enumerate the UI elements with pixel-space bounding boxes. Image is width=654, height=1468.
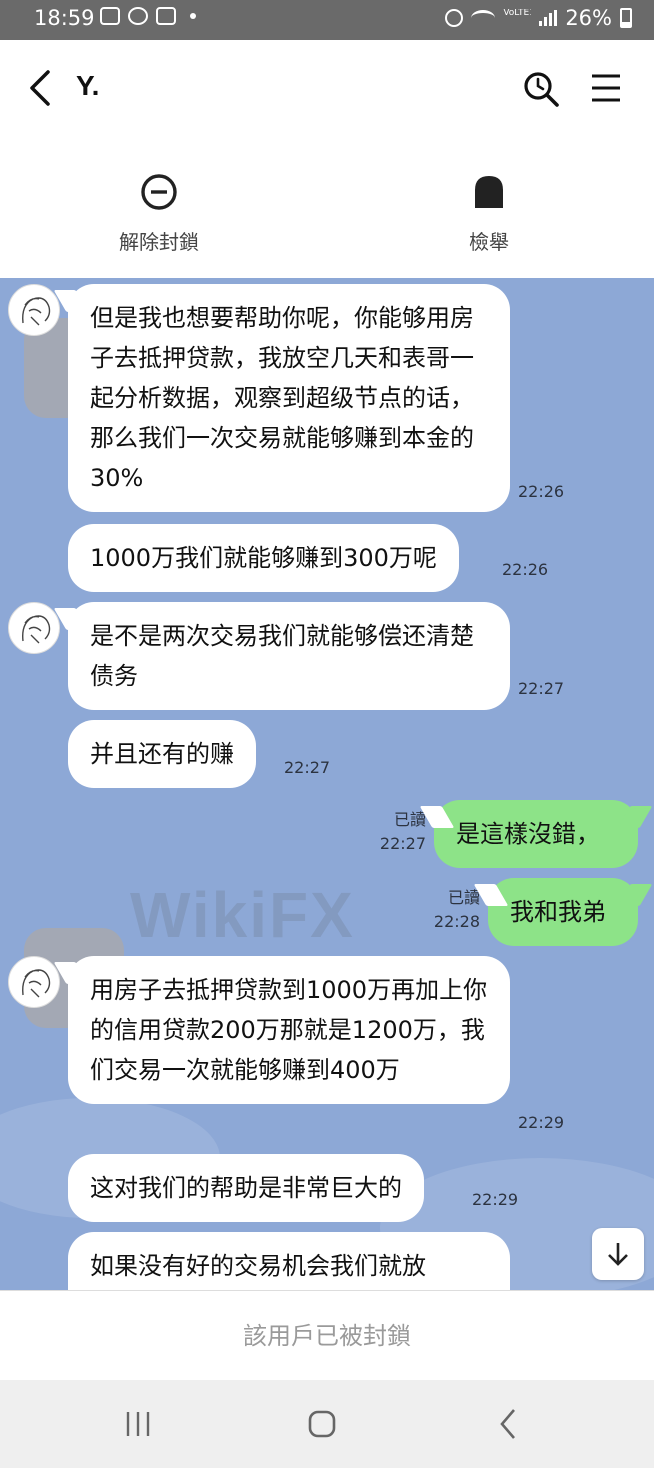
arrow-down-icon [608,1243,628,1266]
unblock-label: 解除封鎖 [119,230,199,254]
battery-icon [620,8,632,28]
report-label: 檢舉 [469,230,509,254]
hamburger-icon [592,74,620,102]
message-bubble[interactable]: 这对我们的帮助是非常巨大的 [68,1154,424,1222]
status-time: 18:59 [34,6,95,30]
facebook-icon [128,7,148,25]
volte-label: VoLTE1 [503,9,531,18]
message-bubble[interactable]: 并且还有的赚 [68,720,256,788]
message-bubble[interactable]: 是不是两次交易我们就能够偿还清楚债务 [68,602,510,710]
search-icon [524,72,559,107]
avatar-sketch-icon [22,297,51,326]
message-time: 22:29 [472,1190,519,1209]
contact-avatar[interactable] [8,602,60,654]
contact-avatar[interactable] [8,284,60,336]
back-icon [500,1409,515,1439]
home-icon [308,1410,336,1438]
recent-apps-icon [126,1412,150,1436]
menu-button[interactable] [588,70,624,106]
message-bubble[interactable]: 但是我也想要帮助你呢，你能够用房子去抵押贷款，我放空几天和表哥一起分析数据，观察… [68,284,510,512]
scroll-to-bottom-button[interactable] [592,1228,644,1280]
contact-avatar[interactable] [8,956,60,1008]
blocked-notice: 該用戶已被封鎖 [0,1290,654,1380]
message-bubble[interactable]: 如果没有好的交易机会我们就放 [68,1232,510,1290]
search-button[interactable] [520,68,562,110]
avatar-sketch-icon [22,615,51,644]
message-time: 22:26 [502,560,549,579]
unblock-icon [141,174,177,210]
report-button[interactable]: 檢舉 [409,164,569,255]
read-receipt: 已讀 [447,888,480,907]
my-message-bubble[interactable]: 是這樣沒錯， [434,800,638,868]
alarm-icon [445,9,464,27]
message-time: 22:27 [379,834,426,853]
status-bar: 18:59 VoLTE1 26% [0,0,654,40]
read-receipt: 已讀 [393,810,426,829]
my-message-bubble[interactable]: 我和我弟 [488,878,638,946]
chat-area[interactable]: WikiFX WikiFX 但是我也想要帮助你呢，你能够用房子去抵押贷款，我放空… [0,278,654,1290]
gallery-icon [100,7,120,25]
back-button[interactable] [22,64,62,112]
message-time: 22:29 [518,1113,565,1132]
system-nav-bar [0,1380,654,1468]
wifi-icon [471,10,496,26]
chat-title: Y. [76,70,100,101]
message-time: 22:27 [518,679,565,698]
more-notifications-icon [190,13,196,19]
message-time: 22:28 [433,912,480,931]
message-bubble[interactable]: 1000万我们就能够赚到300万呢 [68,524,459,592]
youtube-icon [156,7,176,25]
message-time: 22:27 [284,758,331,777]
avatar-sketch-icon [22,969,51,998]
message-bubble[interactable]: 用房子去抵押贷款到1000万再加上你的信用贷款200万那就是1200万，我们交易… [68,956,510,1104]
signal-icon [539,10,558,26]
chevron-left-icon [30,70,50,106]
action-bar: 解除封鎖 檢舉 [0,136,654,278]
watermark: WikiFX [130,879,355,951]
recent-apps-button[interactable] [116,1402,160,1446]
battery-percent: 26% [565,6,612,30]
message-time: 22:26 [518,482,565,501]
unblock-button[interactable]: 解除封鎖 [79,164,239,255]
home-button[interactable] [300,1402,344,1446]
chat-header: Y. [0,40,654,136]
report-icon [475,176,503,208]
system-back-button[interactable] [486,1402,530,1446]
